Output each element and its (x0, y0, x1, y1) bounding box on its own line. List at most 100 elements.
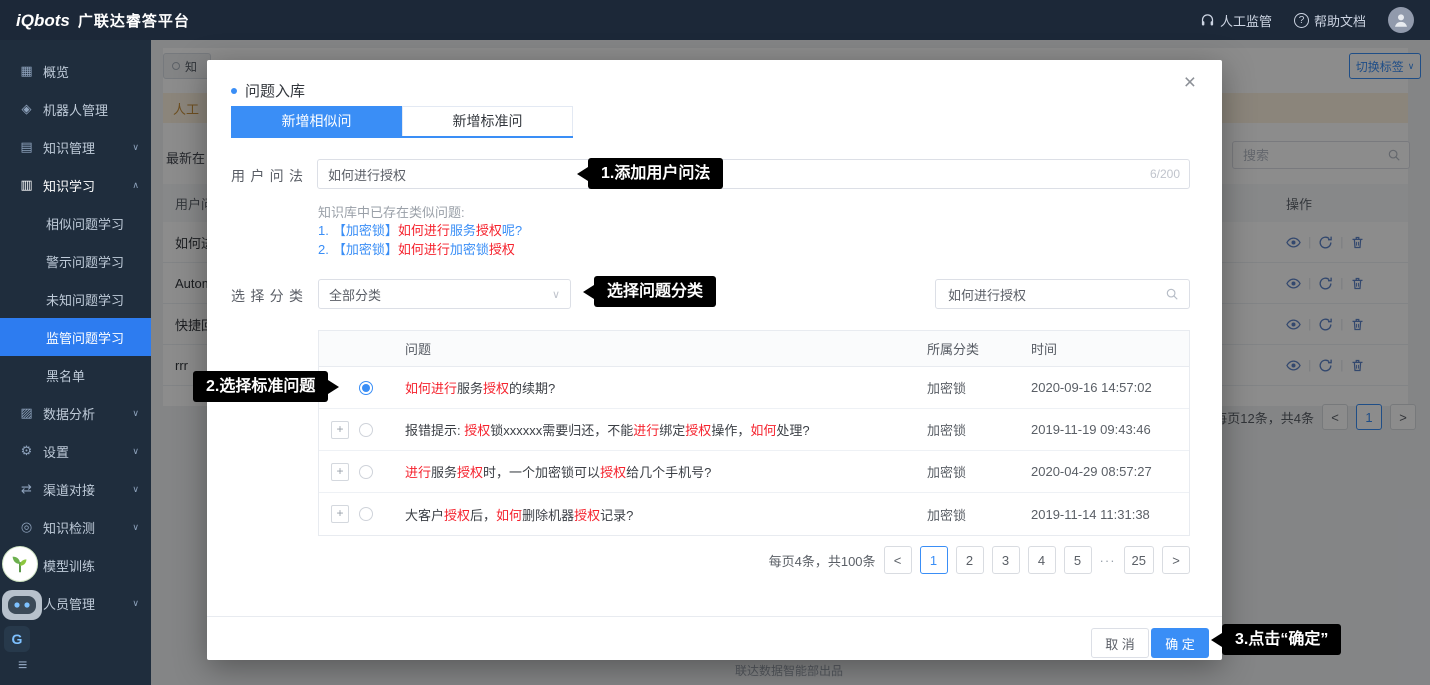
page-2[interactable]: 2 (956, 546, 984, 574)
category-label: 选择分类 (231, 286, 303, 306)
question-text-segment: 进行 (405, 465, 431, 480)
sidebar-item-2[interactable]: ▤知识管理∨ (0, 128, 151, 166)
sidebar-subitem-1[interactable]: 警示问题学习 (0, 242, 151, 280)
page-4[interactable]: 4 (1028, 546, 1056, 574)
question-text-segment: 的续期? (509, 381, 555, 396)
sidebar-item-4[interactable]: ▨数据分析∨ (0, 394, 151, 432)
modal-pagination: 每页4条，共100条 < 12345 ··· 25 > (318, 546, 1190, 574)
question-text-segment: 报错提示: (405, 423, 464, 438)
question-text-segment: 授权 (600, 465, 626, 480)
question-text-segment: 呢? (502, 223, 522, 238)
app-logo: iQbots 广联达睿答平台 (16, 10, 190, 31)
sidebar-subitem-3[interactable]: 监管问题学习 (0, 318, 151, 356)
menu-collapse-icon[interactable]: ≡ (18, 657, 27, 675)
sidebar-item-label: 人员管理 (43, 594, 95, 613)
callout-select-category: 选择问题分类 (583, 276, 716, 307)
sidebar-subitem-0[interactable]: 相似问题学习 (0, 204, 151, 242)
expand-button[interactable]: + (331, 505, 349, 523)
question-row-2: +进行服务授权时，一个加密锁可以授权给几个手机号?加密锁2020-04-29 0… (319, 451, 1189, 493)
manual-supervision-link[interactable]: 人工监管 (1200, 11, 1272, 30)
pagination-summary: 每页4条，共100条 (769, 551, 876, 570)
time-cell: 2019-11-14 11:31:38 (1031, 507, 1189, 522)
standard-question-search-input[interactable] (946, 286, 1146, 303)
question-text-segment: 授权 (444, 508, 470, 523)
plant-widget[interactable] (2, 546, 38, 582)
user-avatar[interactable] (1388, 7, 1414, 33)
column-category: 所属分类 (927, 339, 1031, 358)
sidebar-item-6[interactable]: ⇄渠道对接∨ (0, 470, 151, 508)
callout-add-question: 1.添加用户问法 (577, 158, 723, 189)
callout-text: 选择问题分类 (594, 276, 716, 307)
similar-question-link-0[interactable]: 1.【加密锁】如何进行服务授权呢? (318, 221, 522, 240)
time-cell: 2020-09-16 14:57:02 (1031, 380, 1189, 395)
time-cell: 2020-04-29 08:57:27 (1031, 464, 1189, 479)
sidebar-subitem-2[interactable]: 未知问题学习 (0, 280, 151, 318)
question-text: 进行服务授权时，一个加密锁可以授权给几个手机号? (393, 462, 927, 481)
header-actions: 人工监管 ? 帮助文档 (1200, 7, 1414, 33)
sidebar-item-0[interactable]: ▦概览 (0, 52, 151, 90)
page-1[interactable]: 1 (920, 546, 948, 574)
sidebar-item-7[interactable]: ◎知识检测∨ (0, 508, 151, 546)
tab-add-standard-question[interactable]: 新增标准问 (402, 106, 573, 136)
footer-divider (207, 616, 1222, 617)
expand-cell: + (319, 505, 359, 523)
sidebar-item-3[interactable]: ▥知识学习∧ (0, 166, 151, 204)
sidebar-subitem-4[interactable]: 黑名单 (0, 356, 151, 394)
page-5[interactable]: 5 (1064, 546, 1092, 574)
avatar-icon (1392, 11, 1410, 29)
radio-button[interactable] (359, 507, 373, 521)
callout-arrow-left-icon (577, 167, 588, 181)
category-select-value: 全部分类 (329, 285, 381, 304)
question-text-segment: 大客户 (405, 508, 444, 523)
gear-icon: ⚙ (18, 443, 35, 459)
standard-question-search-box[interactable] (935, 279, 1190, 309)
robot-widget[interactable] (0, 584, 44, 624)
similar-question-number: 1. (318, 223, 329, 238)
cancel-button[interactable]: 取 消 (1091, 628, 1149, 658)
callout-arrow-left-icon (583, 285, 594, 299)
question-text-segment: 【加密锁】 (333, 242, 398, 257)
radio-button[interactable] (359, 381, 373, 395)
similar-question-number: 2. (318, 242, 329, 257)
category-select[interactable]: 全部分类 ∨ (318, 279, 571, 309)
sidebar-item-label: 知识管理 (43, 138, 95, 157)
question-text-segment: 删除机器 (522, 508, 574, 523)
callout-text: 3.点击“确定” (1222, 624, 1341, 655)
similar-questions-hint: 知识库中已存在类似问题: (318, 202, 465, 221)
logo-platform-name: 广联达睿答平台 (78, 10, 190, 31)
app-header: iQbots 广联达睿答平台 人工监管 ? 帮助文档 (0, 0, 1430, 40)
page-25[interactable]: 25 (1124, 546, 1154, 574)
category-cell: 加密锁 (927, 420, 1031, 439)
sidebar-item-1[interactable]: ◈机器人管理 (0, 90, 151, 128)
standard-questions-table: 问题 所属分类 时间 如何进行服务授权的续期?加密锁2020-09-16 14:… (318, 330, 1190, 536)
grid-icon: ▦ (18, 63, 35, 79)
headset-icon (1200, 13, 1215, 28)
page-3[interactable]: 3 (992, 546, 1020, 574)
page-prev[interactable]: < (884, 546, 912, 574)
chevron-down-icon: ∨ (132, 598, 139, 609)
sidebar-item-label: 数据分析 (43, 404, 95, 423)
expand-cell: + (319, 463, 359, 481)
radio-button[interactable] (359, 465, 373, 479)
expand-button[interactable]: + (331, 463, 349, 481)
confirm-button[interactable]: 确 定 (1151, 628, 1209, 658)
expand-button[interactable]: + (331, 421, 349, 439)
page-next[interactable]: > (1162, 546, 1190, 574)
question-text-segment: 授权 (464, 423, 490, 438)
question-text-segment: 授权 (489, 242, 515, 257)
help-docs-link[interactable]: ? 帮助文档 (1294, 11, 1366, 30)
radio-button[interactable] (359, 423, 373, 437)
question-text-segment: 处理? (776, 423, 809, 438)
close-icon[interactable]: × (1184, 72, 1196, 93)
sidebar-item-5[interactable]: ⚙设置∨ (0, 432, 151, 470)
sidebar-item-label: 渠道对接 (43, 480, 95, 499)
user-question-input[interactable] (317, 159, 1190, 189)
page-ellipsis[interactable]: ··· (1100, 553, 1116, 568)
g-widget[interactable]: G (4, 626, 30, 652)
similar-question-link-1[interactable]: 2.【加密锁】如何进行加密锁授权 (318, 240, 522, 259)
question-row-1: +报错提示: 授权锁xxxxxx需要归还，不能进行绑定授权操作，如何处理?加密锁… (319, 409, 1189, 451)
question-text-segment: 授权 (457, 465, 483, 480)
tab-add-similar-question[interactable]: 新增相似问 (231, 106, 402, 136)
detect-icon: ◎ (18, 519, 35, 535)
channel-icon: ⇄ (18, 481, 35, 497)
